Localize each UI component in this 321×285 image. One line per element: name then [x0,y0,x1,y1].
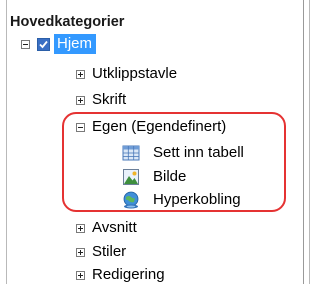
tree-node-redigering[interactable]: Redigering [76,265,165,285]
tree-node-label: Hjem [54,34,97,54]
tree-header: Hovedkategorier [10,14,125,30]
tree-node-label: Skrift [92,91,127,108]
expand-icon[interactable] [76,69,85,79]
highlight-outline [62,112,286,212]
tree-node-label: Redigering [92,266,165,283]
panel-divider [303,0,304,284]
tree-node-hjem[interactable]: Hjem [21,34,97,54]
tree-node-label: Utklippstavle [92,65,178,82]
tree-node-stiler[interactable]: Stiler [76,242,126,262]
checkbox-hjem[interactable] [37,37,50,51]
checkmark-icon [38,38,49,50]
tree-node-label: Stiler [92,243,127,260]
collapse-icon[interactable] [21,39,30,49]
expand-icon[interactable] [76,95,85,105]
tree-node-avsnitt[interactable]: Avsnitt [76,218,137,238]
tree-node-skrift[interactable]: Skrift [76,90,126,110]
tree-node-utklippstavle[interactable]: Utklippstavle [76,64,177,84]
expand-icon[interactable] [76,270,85,280]
expand-icon[interactable] [76,247,85,257]
expand-icon[interactable] [76,223,85,233]
tree-node-label: Avsnitt [92,219,137,236]
